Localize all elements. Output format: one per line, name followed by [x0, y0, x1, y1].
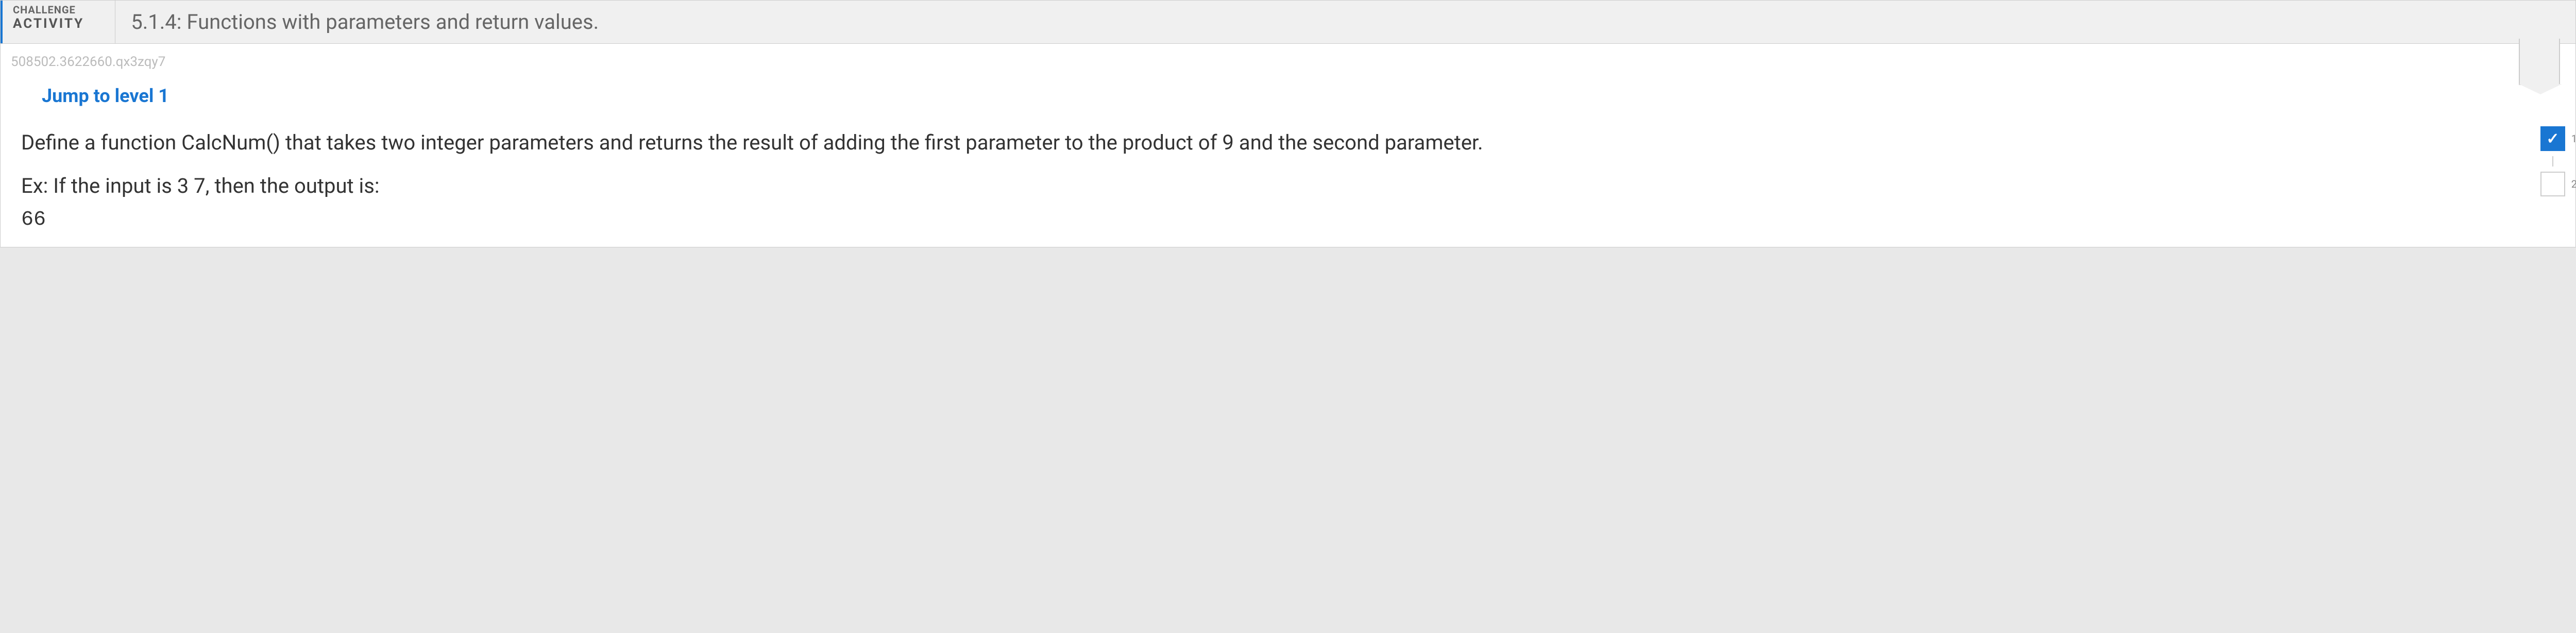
- activity-type-line1: CHALLENGE: [13, 4, 84, 16]
- example-output: 66: [21, 208, 2555, 231]
- jump-to-level-link[interactable]: Jump to level 1: [42, 85, 169, 107]
- level-box-1[interactable]: ✓ 1: [2540, 126, 2565, 151]
- activity-label-box: CHALLENGE ACTIVITY: [1, 1, 115, 43]
- level-connector: [2552, 156, 2553, 166]
- activity-type-line2: ACTIVITY: [13, 16, 84, 31]
- level-number: 1: [2571, 132, 2576, 145]
- prompt-text: Define a function CalcNum() that takes t…: [21, 127, 2301, 158]
- activity-container: CHALLENGE ACTIVITY 5.1.4: Functions with…: [0, 0, 2576, 247]
- activity-content: 508502.3622660.qx3zqy7 Jump to level 1 D…: [1, 44, 2575, 247]
- level-number: 2: [2571, 178, 2576, 190]
- progress-badge: [2519, 39, 2560, 85]
- level-indicator: ✓ 1 2: [2540, 126, 2565, 196]
- code-id: 508502.3622660.qx3zqy7: [11, 54, 2555, 70]
- example-label: Ex: If the input is 3 7, then the output…: [21, 174, 2555, 198]
- level-box-2[interactable]: 2: [2540, 172, 2565, 196]
- activity-header: CHALLENGE ACTIVITY 5.1.4: Functions with…: [1, 1, 2575, 44]
- activity-title: 5.1.4: Functions with parameters and ret…: [115, 1, 2575, 43]
- checkmark-icon: ✓: [2546, 130, 2559, 148]
